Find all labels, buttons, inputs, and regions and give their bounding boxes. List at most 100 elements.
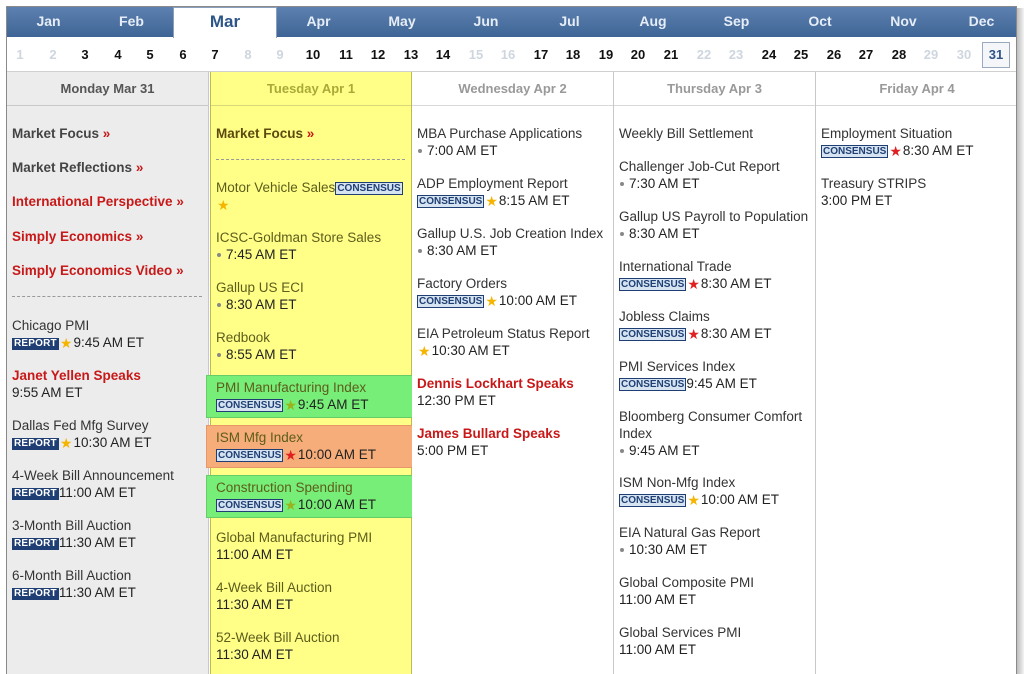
day-number-26[interactable]: 26 [824, 47, 844, 62]
event-title[interactable]: EIA Petroleum Status Report [417, 326, 590, 341]
day-number-31[interactable]: 31 [982, 42, 1010, 68]
report-badge[interactable]: REPORT [12, 588, 59, 600]
day-number-4[interactable]: 4 [108, 47, 128, 62]
month-tab-feb[interactable]: Feb [90, 7, 173, 37]
consensus-badge[interactable]: CONSENSUS [417, 295, 485, 308]
month-tab-apr[interactable]: Apr [277, 7, 360, 37]
day-number-14[interactable]: 14 [433, 47, 453, 62]
day-number-15[interactable]: 15 [466, 47, 486, 62]
day-number-23[interactable]: 23 [726, 47, 746, 62]
calendar-event[interactable]: PMI Services Index CONSENSUS 9:45 AM ET [619, 358, 811, 392]
calendar-event[interactable]: Dallas Fed Mfg Survey REPORT ★10:30 AM ET [12, 417, 204, 451]
calendar-event[interactable]: Global Composite PMI 11:00 AM ET [619, 574, 811, 608]
day-number-5[interactable]: 5 [140, 47, 160, 62]
day-number-11[interactable]: 11 [336, 47, 356, 62]
calendar-event[interactable]: 6-Month Bill Auction REPORT 11:30 AM ET [12, 567, 204, 601]
month-tab-oct[interactable]: Oct [778, 7, 862, 37]
calendar-event[interactable]: Janet Yellen Speaks 9:55 AM ET [12, 367, 204, 401]
day-number-30[interactable]: 30 [954, 47, 974, 62]
event-title[interactable]: 3-Month Bill Auction [12, 518, 131, 533]
event-title[interactable]: ISM Mfg Index [216, 430, 303, 445]
event-title[interactable]: Factory Orders [417, 276, 507, 291]
month-tab-jul[interactable]: Jul [528, 7, 611, 37]
calendar-event[interactable]: MBA Purchase Applications 7:00 AM ET [417, 125, 609, 159]
calendar-event[interactable]: ISM Mfg Index CONSENSUS ★10:00 AM ET [206, 425, 422, 468]
link-simply-economics[interactable]: Simply Economics » [12, 229, 143, 244]
calendar-event[interactable]: Chicago PMI REPORT ★9:45 AM ET [12, 317, 204, 351]
month-tab-mar[interactable]: Mar [173, 7, 277, 38]
event-title[interactable]: ISM Non-Mfg Index [619, 475, 735, 490]
event-title[interactable]: 6-Month Bill Auction [12, 568, 131, 583]
day-number-19[interactable]: 19 [596, 47, 616, 62]
day-number-1[interactable]: 1 [10, 47, 30, 62]
event-title[interactable]: 52-Week Bill Auction [216, 630, 340, 645]
event-title[interactable]: ADP Employment Report [417, 176, 568, 191]
consensus-badge[interactable]: CONSENSUS [619, 378, 687, 391]
consensus-badge[interactable]: CONSENSUS [216, 499, 284, 512]
day-number-16[interactable]: 16 [498, 47, 518, 62]
day-number-17[interactable]: 17 [531, 47, 551, 62]
report-badge[interactable]: REPORT [12, 488, 59, 500]
calendar-event[interactable]: ICSC-Goldman Store Sales 7:45 AM ET [216, 229, 407, 263]
consensus-badge[interactable]: CONSENSUS [335, 182, 403, 195]
calendar-event[interactable]: James Bullard Speaks 5:00 PM ET [417, 425, 609, 459]
report-badge[interactable]: REPORT [12, 438, 59, 450]
calendar-event[interactable]: Motor Vehicle Sales CONSENSUS ★ [216, 179, 407, 213]
report-badge[interactable]: REPORT [12, 538, 59, 550]
day-number-21[interactable]: 21 [661, 47, 681, 62]
link-simply-economics-video[interactable]: Simply Economics Video » [12, 263, 184, 278]
event-title[interactable]: Employment Situation [821, 126, 952, 141]
day-header-friday[interactable]: Friday Apr 4 [816, 72, 1016, 106]
calendar-event[interactable]: ISM Non-Mfg Index CONSENSUS ★10:00 AM ET [619, 474, 811, 508]
link-market-focus[interactable]: Market Focus » [216, 126, 314, 141]
calendar-event[interactable]: Redbook 8:55 AM ET [216, 329, 407, 363]
event-title[interactable]: Janet Yellen Speaks [12, 368, 141, 383]
consensus-badge[interactable]: CONSENSUS [216, 399, 284, 412]
link-international-perspective[interactable]: International Perspective » [12, 194, 184, 209]
month-tab-nov[interactable]: Nov [862, 7, 945, 37]
calendar-event[interactable]: Employment Situation CONSENSUS ★8:30 AM ET [821, 125, 1014, 159]
day-header-wednesday[interactable]: Wednesday Apr 2 [412, 72, 613, 106]
calendar-event[interactable]: 52-Week Bill Auction 11:30 AM ET [216, 629, 407, 663]
calendar-event[interactable]: Bloomberg Consumer Comfort Index 9:45 AM … [619, 408, 811, 459]
calendar-event[interactable]: Gallup US Payroll to Population 8:30 AM E… [619, 208, 811, 242]
consensus-badge[interactable]: CONSENSUS [619, 278, 687, 291]
report-badge[interactable]: REPORT [12, 338, 59, 350]
event-title[interactable]: Dallas Fed Mfg Survey [12, 418, 149, 433]
event-title[interactable]: Jobless Claims [619, 309, 710, 324]
calendar-event[interactable]: 4-Week Bill Announcement REPORT 11:00 AM E… [12, 467, 204, 501]
day-header-tuesday[interactable]: Tuesday Apr 1 [211, 72, 411, 106]
link-market-reflections[interactable]: Market Reflections » [12, 160, 143, 175]
day-number-7[interactable]: 7 [205, 47, 225, 62]
event-title[interactable]: James Bullard Speaks [417, 426, 560, 441]
calendar-event[interactable]: EIA Natural Gas Report 10:30 AM ET [619, 524, 811, 558]
event-title[interactable]: Motor Vehicle Sales [216, 180, 335, 195]
event-title[interactable]: Redbook [216, 330, 270, 345]
month-tab-aug[interactable]: Aug [611, 7, 695, 37]
calendar-event[interactable]: 3-Month Bill Auction REPORT 11:30 AM ET [12, 517, 204, 551]
day-number-2[interactable]: 2 [43, 47, 63, 62]
event-title[interactable]: Challenger Job-Cut Report [619, 159, 780, 174]
event-title[interactable]: Chicago PMI [12, 318, 89, 333]
month-tab-jun[interactable]: Jun [444, 7, 528, 37]
consensus-badge[interactable]: CONSENSUS [417, 195, 485, 208]
day-number-6[interactable]: 6 [173, 47, 193, 62]
day-number-12[interactable]: 12 [368, 47, 388, 62]
calendar-event[interactable]: Weekly Bill Settlement [619, 125, 811, 142]
consensus-badge[interactable]: CONSENSUS [821, 145, 889, 158]
month-tab-may[interactable]: May [360, 7, 444, 37]
day-number-10[interactable]: 10 [303, 47, 323, 62]
calendar-event[interactable]: ADP Employment Report CONSENSUS ★8:15 AM E… [417, 175, 609, 209]
day-number-24[interactable]: 24 [759, 47, 779, 62]
day-number-29[interactable]: 29 [921, 47, 941, 62]
day-header-thursday[interactable]: Thursday Apr 3 [614, 72, 815, 106]
event-title[interactable]: Gallup US Payroll to Population [619, 209, 808, 224]
day-number-13[interactable]: 13 [401, 47, 421, 62]
day-number-8[interactable]: 8 [238, 47, 258, 62]
event-title[interactable]: Treasury STRIPS [821, 176, 926, 191]
event-title[interactable]: PMI Manufacturing Index [216, 380, 366, 395]
event-title[interactable]: Gallup U.S. Job Creation Index [417, 226, 603, 241]
day-number-18[interactable]: 18 [563, 47, 583, 62]
consensus-badge[interactable]: CONSENSUS [216, 449, 284, 462]
event-title[interactable]: EIA Natural Gas Report [619, 525, 760, 540]
